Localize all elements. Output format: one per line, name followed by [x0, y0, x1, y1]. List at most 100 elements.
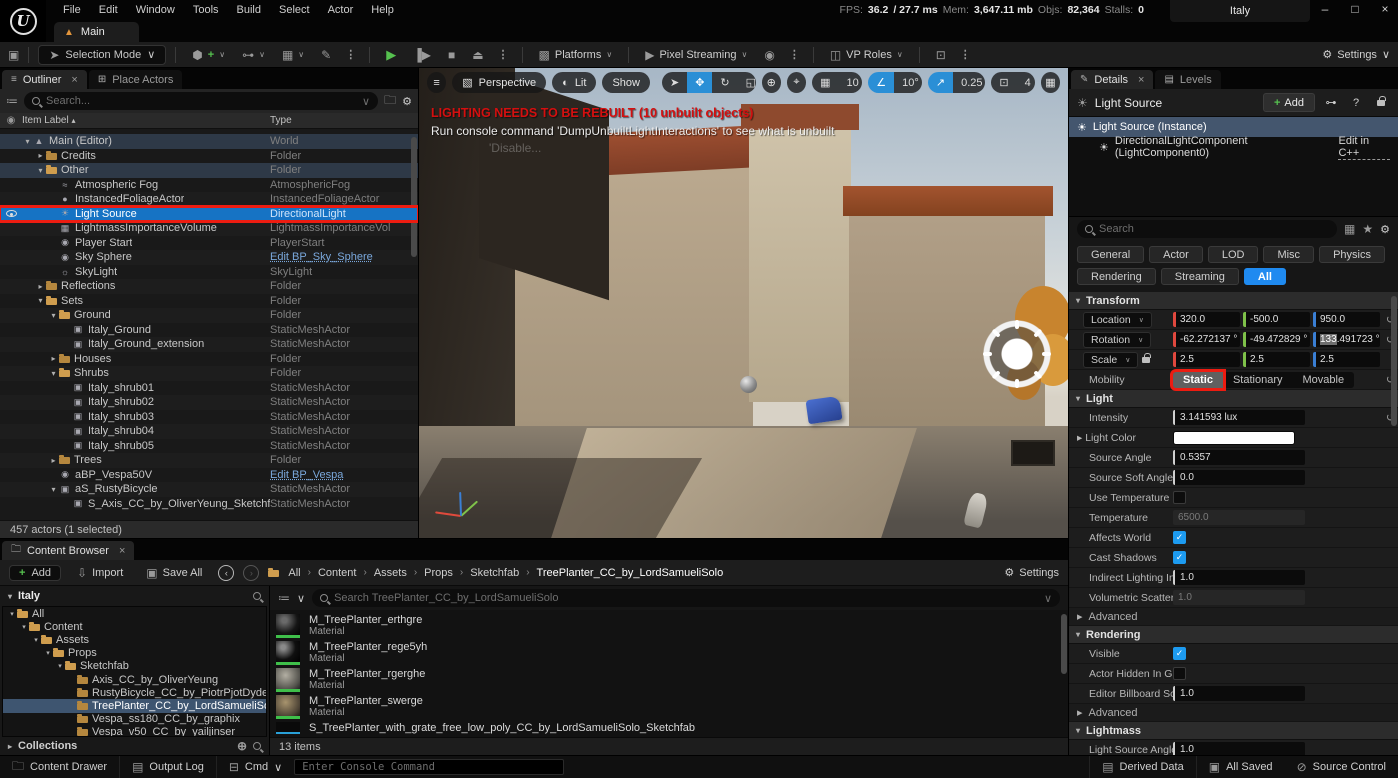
filter-rendering[interactable]: Rendering — [1077, 268, 1156, 285]
menu-build[interactable]: Build — [228, 3, 270, 17]
asset-row[interactable]: M_TreePlanter_rgergheMaterial — [276, 666, 1068, 693]
save-current-level-button[interactable]: ▣ — [8, 48, 19, 62]
cb-folder-row[interactable]: Axis_CC_by_OliverYeung — [3, 673, 266, 686]
new-folder-icon[interactable]: 🗀 — [384, 91, 396, 112]
advanced-row[interactable]: ▸Advanced — [1069, 608, 1398, 626]
rotation-snap-icon[interactable]: ∠ — [868, 72, 894, 93]
vespa-mesh[interactable] — [805, 396, 842, 424]
property-matrix-icon[interactable]: ▦ — [1344, 222, 1355, 236]
outliner-row[interactable]: ▾▣aS_RustyBicycleStaticMeshActor — [0, 482, 418, 497]
tab-outliner[interactable]: ≡ Outliner × — [2, 70, 87, 89]
mobility-stationary-button[interactable]: Stationary — [1223, 372, 1293, 388]
frame-skip-button[interactable]: ▐▶ — [406, 46, 438, 64]
back-icon[interactable]: ‹ — [218, 565, 234, 581]
cmd-dropdown[interactable]: ⊟ Cmd ∨ — [217, 756, 294, 778]
cb-search-input[interactable]: Search TreePlanter_CC_by_LordSamueliSolo… — [312, 589, 1060, 607]
grid-snap-value[interactable]: 10 — [839, 72, 863, 93]
help-icon[interactable]: ? — [1347, 97, 1365, 109]
outliner-row[interactable]: ☼SkyLightSkyLight — [0, 265, 418, 280]
numeric-field[interactable]: 0.5357 — [1173, 450, 1305, 465]
outliner-row[interactable]: ▸ReflectionsFolder — [0, 279, 418, 294]
outliner-column-headers[interactable]: ◉ Item Label ▴ Type — [0, 113, 418, 129]
expander-icon[interactable]: ▾ — [35, 166, 46, 175]
breadcrumb-all[interactable]: All — [288, 567, 300, 579]
outliner-row[interactable]: ▣Italy_shrub04StaticMeshActor — [0, 424, 418, 439]
world-local-toggle[interactable]: ⊕ — [762, 72, 781, 93]
show-dropdown[interactable]: Show — [602, 72, 650, 93]
streaming-overflow-icon[interactable]: ⋮ — [785, 48, 804, 61]
outliner-row[interactable]: ▾ShrubsFolder — [0, 366, 418, 381]
edit-in-cpp-link[interactable]: Edit in C++ — [1338, 135, 1390, 160]
expander-icon[interactable]: ▸ — [35, 282, 46, 291]
view-mode-dropdown[interactable]: ◐ Lit — [552, 72, 596, 93]
outliner-row[interactable]: ◉aBP_Vespa50VEdit BP_Vespa — [0, 468, 418, 483]
vp-roles-dropdown[interactable]: ◫VP Roles∨ — [823, 46, 910, 64]
light-color-swatch[interactable] — [1173, 431, 1295, 445]
tab-details[interactable]: ✎ Details × — [1071, 70, 1153, 89]
cb-import-button[interactable]: ⇩Import — [70, 564, 130, 582]
outliner-row[interactable]: ●InstancedFoliageActorInstancedFoliageAc… — [0, 192, 418, 207]
camera-speed-icon[interactable]: ⊡ — [991, 72, 1016, 93]
cb-settings-button[interactable]: ⚙ Settings — [1004, 566, 1059, 579]
cb-folder-row[interactable]: Vespa_v50_CC_by_yailjinser — [3, 726, 266, 737]
filter-lod[interactable]: LOD — [1208, 246, 1259, 263]
outliner-row[interactable]: ▣Italy_Ground_extensionStaticMeshActor — [0, 337, 418, 352]
outliner-settings-icon[interactable]: ⚙ — [402, 95, 412, 108]
play-options-icon[interactable]: ⋮ — [494, 48, 513, 61]
mobility-static-button[interactable]: Static — [1173, 372, 1223, 388]
close-icon[interactable]: × — [1138, 74, 1144, 86]
output-log-button[interactable]: ▤ Output Log — [120, 756, 217, 778]
expander-icon[interactable]: ▸ — [48, 354, 59, 363]
filter-physics[interactable]: Physics — [1319, 246, 1385, 263]
outliner-row[interactable]: ▣S_Axis_CC_by_OliverYeung_SketchfabStati… — [0, 497, 418, 512]
cb-folder-row[interactable]: ▾Sketchfab — [3, 660, 266, 673]
scale-snap-icon[interactable]: ↗ — [928, 72, 953, 93]
unreal-logo[interactable]: U — [0, 0, 46, 42]
outliner-row[interactable]: ▣Italy_GroundStaticMeshActor — [0, 323, 418, 338]
all-saved-button[interactable]: ▣ All Saved — [1196, 756, 1285, 778]
expander-icon[interactable]: ▾ — [19, 623, 29, 631]
lock-icon[interactable] — [1142, 357, 1150, 363]
outliner-row[interactable]: ▣Italy_shrub01StaticMeshActor — [0, 381, 418, 396]
checkbox[interactable] — [1173, 491, 1186, 504]
asset-scrollbar[interactable] — [1061, 614, 1067, 674]
expander-icon[interactable]: ▸ — [48, 456, 59, 465]
actor-type-link[interactable]: Edit BP_Sky_Sphere — [270, 251, 418, 263]
expander-icon[interactable]: ▾ — [48, 485, 59, 494]
filter-icon[interactable]: ≔ — [278, 591, 290, 605]
visibility-toggle[interactable] — [0, 210, 22, 217]
cb-save-all-button[interactable]: ▣Save All — [139, 564, 209, 582]
stop-button[interactable]: ■ — [441, 46, 462, 64]
asset-row[interactable]: M_TreePlanter_swergeMaterial — [276, 693, 1068, 720]
toolbar-settings-dropdown[interactable]: ⚙ Settings ∨ — [1322, 48, 1390, 61]
vp-overflow-icon[interactable]: ⋮ — [956, 48, 975, 61]
tab-place-actors[interactable]: ⊞ Place Actors — [89, 70, 183, 89]
sphere-gizmo[interactable] — [740, 376, 757, 393]
maximize-button[interactable]: □ — [1348, 2, 1362, 16]
favorites-icon[interactable]: ★ — [1362, 222, 1373, 236]
cb-folder-row[interactable]: Vespa_ss180_CC_by_graphix — [3, 713, 266, 726]
maximize-viewport-button[interactable]: ▦ — [1041, 72, 1060, 93]
outliner-row[interactable]: ▣Italy_shrub03StaticMeshActor — [0, 410, 418, 425]
expander-icon[interactable]: ▾ — [48, 369, 59, 378]
tab-main-level[interactable]: ▲ Main — [54, 22, 139, 42]
menu-tools[interactable]: Tools — [184, 3, 228, 17]
checkbox[interactable]: ✓ — [1173, 647, 1186, 660]
numeric-field[interactable]: 3.141593 lux — [1173, 410, 1305, 425]
play-button[interactable]: ▶ — [379, 45, 403, 65]
details-search-input[interactable]: Search — [1077, 220, 1337, 238]
outliner-row[interactable]: ▾GroundFolder — [0, 308, 418, 323]
axis-field[interactable]: -62.272137 ° — [1173, 332, 1240, 347]
advanced-row[interactable]: ▸Advanced — [1069, 704, 1398, 722]
expander-icon[interactable]: ▾ — [7, 610, 17, 618]
filter-misc[interactable]: Misc — [1263, 246, 1314, 263]
tab-content-browser[interactable]: 🗀 Content Browser × — [2, 541, 134, 560]
outliner-row[interactable]: ◉Player StartPlayerStart — [0, 236, 418, 251]
section-header-rendering[interactable]: ▾Rendering — [1069, 626, 1398, 644]
multi-user-button[interactable]: ◉ — [757, 46, 781, 64]
rotate-tool-button[interactable]: ↻ — [712, 72, 737, 93]
derived-data-button[interactable]: ▤ Derived Data — [1089, 756, 1196, 778]
cb-folder-row[interactable]: ▾Props — [3, 647, 266, 660]
cb-folder-row[interactable]: TreePlanter_CC_by_LordSamueliSolo — [3, 699, 266, 712]
expander-icon[interactable]: ▸ — [35, 151, 46, 160]
